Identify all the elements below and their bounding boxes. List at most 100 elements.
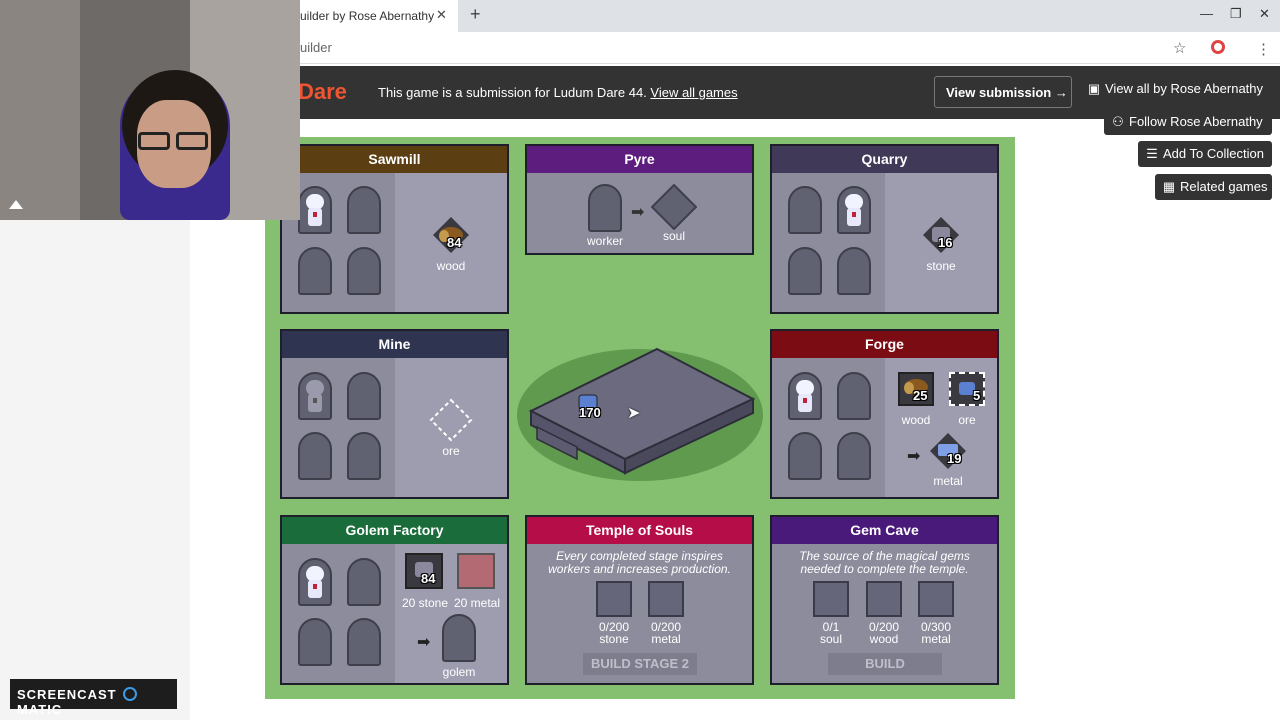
store-icon: ▣	[1087, 81, 1101, 96]
pyre-output-label: soul	[662, 229, 685, 243]
forge-building[interactable]: Forge 25 wood 5 ore ➡ 19 metal	[770, 329, 999, 499]
collapse-icon[interactable]	[9, 200, 23, 209]
build-button[interactable]: BUILD	[828, 653, 942, 675]
ludum-dare-logo[interactable]: Dare	[298, 79, 347, 105]
follow-author-button[interactable]: ⚇ Follow Rose Abernathy	[1104, 109, 1272, 135]
worker-slot[interactable]	[347, 186, 381, 234]
worker-slot[interactable]	[837, 247, 871, 295]
building-title: Gem Cave	[772, 517, 997, 544]
worker-slot[interactable]	[837, 372, 871, 420]
worker-slot[interactable]	[837, 432, 871, 480]
jam-description: This game is a submission for Ludum Dare…	[378, 85, 647, 100]
worker-slot[interactable]	[588, 184, 622, 232]
pyre-input-label: worker	[586, 234, 623, 248]
arrow-right-icon: ➡	[631, 204, 645, 221]
building-title: Quarry	[772, 146, 997, 173]
browser-tab[interactable]: uilder by Rose Abernathy	[290, 0, 458, 32]
forge-metal-label: metal	[933, 474, 963, 488]
golem-output-slot[interactable]	[442, 614, 476, 662]
forge-ore-count: 5	[973, 388, 981, 403]
worker-slot[interactable]	[347, 558, 381, 606]
requirement-label: stone	[599, 632, 629, 646]
list-plus-icon: ☰	[1146, 146, 1158, 161]
ore-placeholder-icon	[429, 398, 473, 442]
watermark-text2: MATIC	[17, 702, 63, 717]
factory-output-label: golem	[442, 665, 476, 679]
worker-golem[interactable]	[298, 558, 332, 606]
temple-of-souls-building[interactable]: Temple of Souls Every completed stage in…	[525, 515, 754, 685]
related-games-button[interactable]: ▦ Related games	[1155, 174, 1272, 200]
forge-metal-count: 19	[947, 451, 962, 466]
wood-requirement-slot	[866, 581, 902, 617]
worker-slot[interactable]	[347, 372, 381, 420]
soul-requirement-slot	[813, 581, 849, 617]
arrow-right-icon: ➡	[907, 448, 921, 465]
golem-factory-building[interactable]: Golem Factory 84 20 stone 20 metal ➡ gol…	[280, 515, 509, 685]
bookmark-star-icon[interactable]: ☆	[1173, 39, 1186, 57]
add-to-collection-button[interactable]: ☰ Add To Collection	[1138, 141, 1272, 167]
resource-panel: 84 wood	[395, 173, 507, 312]
tab-title: uilder by Rose Abernathy	[300, 9, 435, 23]
resource-panel: 25 wood 5 ore ➡ 19 metal	[885, 358, 997, 497]
view-submission-button[interactable]: View submission →	[934, 76, 1072, 108]
metal-requirement-slot	[648, 581, 684, 617]
gem-cave-building[interactable]: Gem Cave The source of the magical gems …	[770, 515, 999, 685]
worker-slot[interactable]	[298, 247, 332, 295]
metal-input-slot[interactable]	[457, 553, 495, 589]
screencast-watermark: SCREENCAST MATIC	[10, 679, 177, 717]
worker-golem[interactable]	[788, 372, 822, 420]
forge-wood-count: 25	[913, 388, 928, 403]
game-canvas[interactable]: Sawmill 84 wood Pyre worker ➡ soul Quarr…	[265, 137, 1015, 699]
pyre-building[interactable]: Pyre worker ➡ soul	[525, 144, 754, 255]
worker-slot[interactable]	[347, 618, 381, 666]
map-icon: ▦	[1162, 179, 1176, 194]
building-title: Temple of Souls	[527, 517, 752, 544]
temple-stone-count: 170	[579, 405, 601, 420]
building-description: Every completed stage inspires workers a…	[548, 549, 731, 576]
resource-label: wood	[436, 259, 466, 273]
resource-panel: 16 stone	[885, 173, 997, 312]
worker-slot[interactable]	[298, 432, 332, 480]
worker-golem[interactable]	[298, 186, 332, 234]
mine-building[interactable]: Mine ore	[280, 329, 509, 499]
url-text[interactable]: uilder	[300, 40, 332, 55]
building-title: Mine	[282, 331, 507, 358]
requirement-label: metal	[651, 632, 681, 646]
building-title: Golem Factory	[282, 517, 507, 544]
button-label: Follow Rose Abernathy	[1129, 114, 1263, 129]
stone-count: 16	[938, 235, 953, 250]
build-stage-button[interactable]: BUILD STAGE 2	[583, 653, 697, 675]
factory-stone-label: 20 stone	[401, 596, 449, 610]
factory-stone-count: 84	[421, 571, 436, 586]
webcam-overlay	[0, 0, 300, 220]
close-tab-icon[interactable]: ✕	[436, 7, 447, 23]
restore-icon[interactable]: ❐	[1230, 6, 1242, 22]
view-all-by-author-button[interactable]: ▣ View all by Rose Abernathy	[1080, 76, 1272, 102]
worker-golem[interactable]	[298, 372, 332, 420]
worker-slot[interactable]	[298, 618, 332, 666]
worker-slot[interactable]	[788, 247, 822, 295]
new-tab-button[interactable]: +	[470, 4, 481, 25]
building-title: Pyre	[527, 146, 752, 173]
watermark-text: SCREENCAST	[17, 687, 117, 702]
close-window-icon[interactable]: ✕	[1259, 6, 1270, 22]
worker-slot[interactable]	[347, 247, 381, 295]
quarry-building[interactable]: Quarry 16 stone	[770, 144, 999, 314]
requirement-label: wood	[869, 632, 899, 646]
worker-golem[interactable]	[837, 186, 871, 234]
button-label: Add To Collection	[1163, 146, 1264, 161]
soul-slot-icon[interactable]	[651, 184, 697, 230]
sawmill-building[interactable]: Sawmill 84 wood	[280, 144, 509, 314]
view-all-games-link[interactable]: View all games	[650, 85, 737, 100]
minimize-icon[interactable]: —	[1200, 6, 1213, 21]
requirement-label: soul	[819, 632, 842, 646]
factory-metal-label: 20 metal	[453, 596, 501, 610]
worker-slot[interactable]	[788, 186, 822, 234]
resource-panel: ore	[395, 358, 507, 497]
resource-panel: 84 20 stone 20 metal ➡ golem	[395, 544, 507, 683]
menu-dots-icon[interactable]: ⋮	[1256, 40, 1271, 58]
worker-slot[interactable]	[788, 432, 822, 480]
worker-slot[interactable]	[347, 432, 381, 480]
jam-text: This game is a submission for Ludum Dare…	[378, 85, 738, 100]
extension-icon[interactable]	[1211, 40, 1225, 54]
